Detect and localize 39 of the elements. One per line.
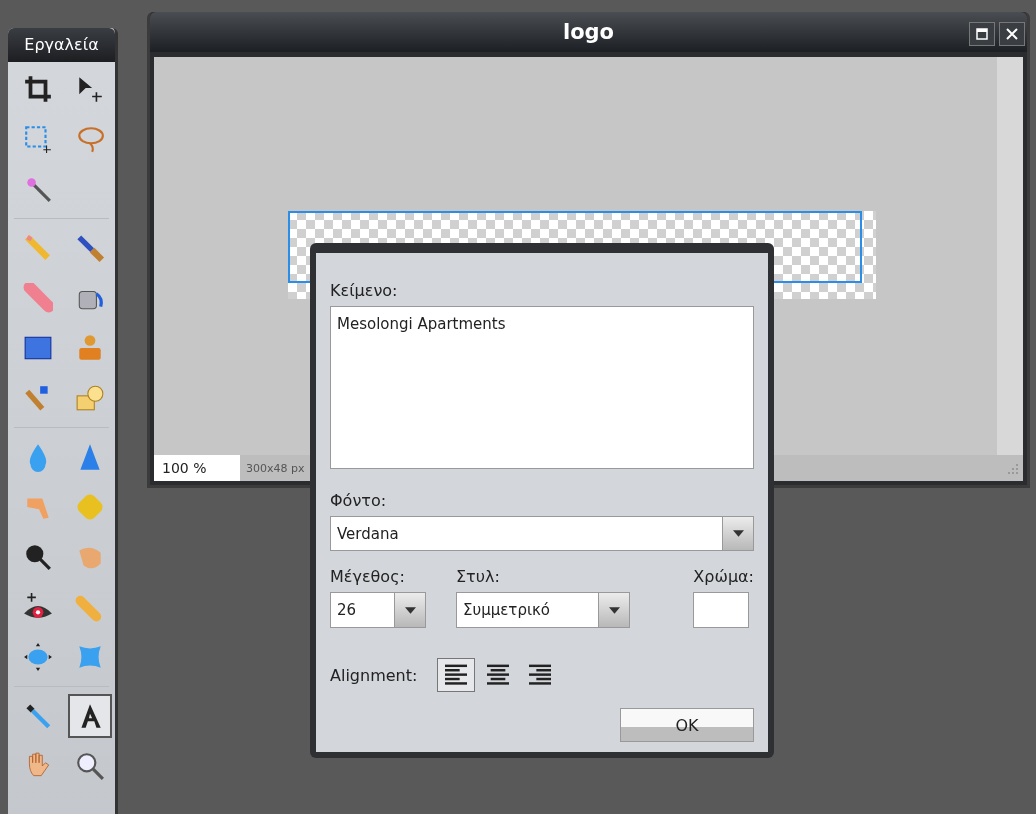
text-input[interactable]: Mesolongi Apartments xyxy=(330,306,754,470)
pencil-icon xyxy=(23,233,53,263)
text-label: Κείμενο: xyxy=(330,281,399,300)
bloat-icon xyxy=(23,642,53,672)
resize-grip-icon[interactable] xyxy=(1005,461,1019,475)
color-label: Χρώμα: xyxy=(693,567,754,586)
zoom-icon xyxy=(75,751,105,781)
maximize-icon xyxy=(976,28,988,40)
close-button[interactable] xyxy=(999,22,1025,46)
toolbox-title: Εργαλεία xyxy=(8,28,115,62)
style-dropdown[interactable]: Συμμετρικό xyxy=(456,592,630,628)
maximize-button[interactable] xyxy=(969,22,995,46)
color-swatch[interactable] xyxy=(693,592,750,628)
window-title: logo xyxy=(562,20,615,44)
style-label: Στυλ: xyxy=(456,567,501,586)
lasso-icon xyxy=(75,124,105,154)
dropdown-arrow-icon xyxy=(608,606,620,614)
align-left-button[interactable] xyxy=(437,658,476,692)
font-dropdown[interactable]: Verdana xyxy=(330,516,754,551)
dropdown-arrow-icon xyxy=(732,530,744,538)
scroll-bar[interactable] xyxy=(997,57,1023,455)
size-label: Μέγεθος: xyxy=(330,567,406,586)
dropdown-arrow-icon xyxy=(404,606,416,614)
ok-button[interactable]: OK xyxy=(620,708,754,742)
crop-icon xyxy=(23,74,53,104)
zoom-level[interactable]: 100 % xyxy=(154,455,240,481)
close-icon xyxy=(1006,28,1018,40)
tool-button[interactable] xyxy=(68,694,112,738)
align-right-icon xyxy=(529,664,552,686)
shapes-icon xyxy=(75,383,105,413)
eraser-icon xyxy=(23,283,53,313)
alignment-label: Alignment: xyxy=(330,665,418,685)
font-label: Φόντο: xyxy=(330,491,388,511)
align-left-icon xyxy=(445,664,468,686)
align-center-icon xyxy=(487,664,510,686)
brush-icon xyxy=(75,233,105,263)
size-dropdown[interactable]: 26 xyxy=(330,592,426,628)
marquee-icon xyxy=(23,124,53,154)
image-size: 300x48 px xyxy=(246,461,305,475)
